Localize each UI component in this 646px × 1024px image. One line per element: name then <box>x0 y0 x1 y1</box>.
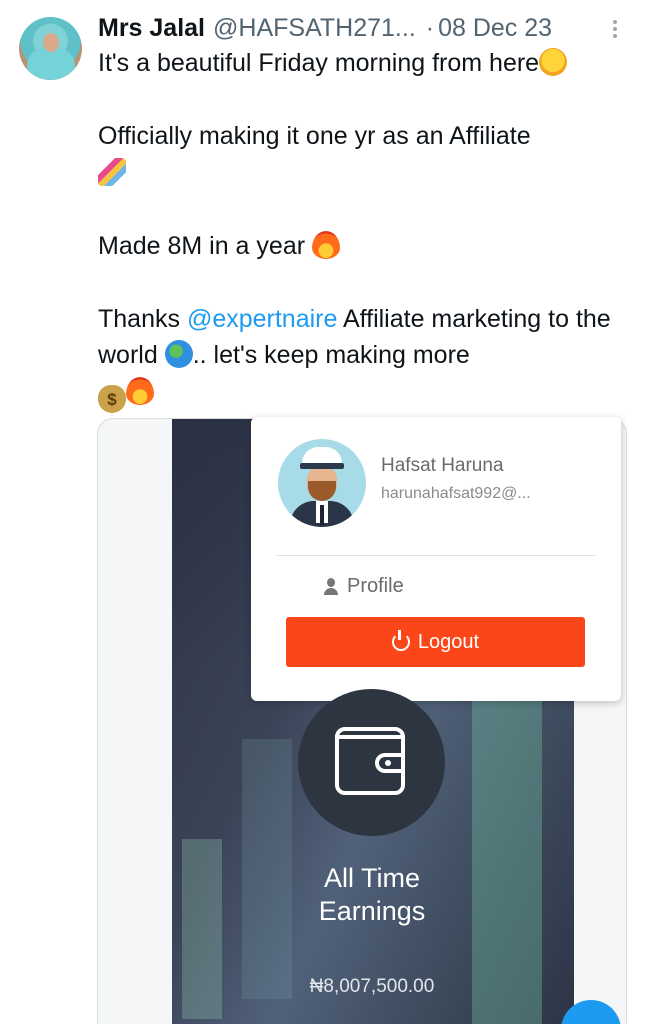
wallet-icon <box>335 727 405 795</box>
tweet-body: It's a beautiful Friday morning from her… <box>98 45 633 413</box>
globe-emoji <box>164 340 193 368</box>
account-dropdown: Hafsat Haruna harunahafsat992@... Profil… <box>251 417 621 701</box>
more-icon[interactable] <box>608 18 622 42</box>
earnings-label-line-1: All Time <box>323 863 421 893</box>
avatar-face <box>43 33 59 52</box>
wallet-badge <box>298 689 445 836</box>
party-emoji <box>98 157 126 186</box>
tweet-date[interactable]: 08 Dec 23 <box>438 12 552 44</box>
bg-chart-bar <box>472 689 542 1024</box>
author-avatar[interactable] <box>19 17 82 80</box>
tweet-line-1: It's a beautiful Friday morning from her… <box>98 45 633 82</box>
tweet-header: Mrs Jalal @HAFSATH271... · 08 Dec 23 <box>98 12 638 44</box>
profile-avatar <box>278 439 366 527</box>
tweet-line-4-pre: Thanks <box>98 304 187 333</box>
earnings-label: All Time Earnings <box>272 862 472 928</box>
tweet-line-4: Thanks @expertnaire Affiliate marketing … <box>98 301 633 374</box>
avatar-beard <box>308 481 336 501</box>
tweet-line-3-text: Made 8M in a year <box>98 231 306 260</box>
wallet-clasp <box>375 753 405 773</box>
earnings-label-line-2: Earnings <box>318 896 426 926</box>
earnings-amount: ₦8,007,500.00 <box>309 976 435 997</box>
money-bag-emoji: $ <box>98 384 126 413</box>
tweet-line-2: Officially making it one yr as an Affili… <box>98 118 633 191</box>
tweet-line-4-tail: .. let's keep making more <box>192 341 470 369</box>
profile-name: Hafsat Haruna <box>381 455 504 476</box>
fire-emoji <box>126 376 154 405</box>
fire-emoji <box>312 230 340 259</box>
profile-email: harunahafsat992@... <box>381 485 531 502</box>
tweet-line-3: Made 8M in a year <box>98 228 633 265</box>
logout-button[interactable]: Logout <box>286 617 585 667</box>
tweet-line-5: $ <box>98 374 633 413</box>
author-name[interactable]: Mrs Jalal <box>98 12 205 44</box>
user-icon <box>323 577 339 596</box>
hug-emoji <box>539 48 568 76</box>
bg-chart-bar <box>182 839 222 1019</box>
tweet-line-2-text: Officially making it one yr as an Affili… <box>98 122 531 150</box>
mention-link[interactable]: @expertnaire <box>187 305 337 333</box>
divider <box>277 555 595 556</box>
avatar-cap-band <box>300 463 344 469</box>
profile-menu-item[interactable]: Profile <box>323 575 404 598</box>
logout-label: Logout <box>417 630 480 653</box>
tweet-line-1-text: It's a beautiful Friday morning from her… <box>98 49 540 77</box>
separator-dot: · <box>425 14 435 42</box>
avatar-tie <box>320 505 324 525</box>
profile-label: Profile <box>347 575 404 597</box>
author-handle[interactable]: @HAFSATH271... <box>213 12 416 44</box>
power-icon <box>391 630 410 651</box>
